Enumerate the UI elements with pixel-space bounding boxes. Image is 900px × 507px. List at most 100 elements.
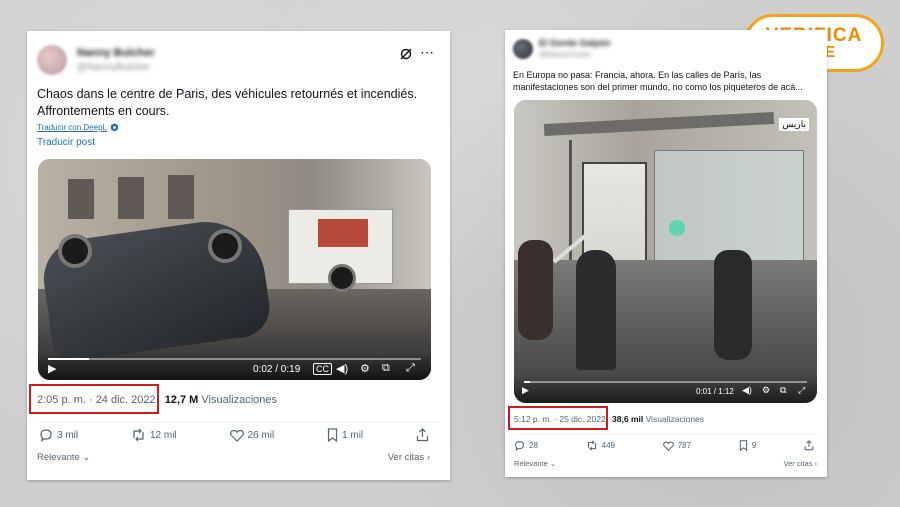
- video-player[interactable]: ▶ 0:02 / 0:19 CC ◀) ⚙ ⧉ ⤢: [38, 159, 431, 380]
- deepl-icon: [110, 123, 119, 132]
- divider: [37, 422, 440, 423]
- captions-icon[interactable]: CC: [313, 363, 332, 375]
- author-handle[interactable]: @NannyBulcher: [77, 62, 155, 73]
- progress-fill: [48, 358, 90, 360]
- rioter: [576, 250, 616, 370]
- views-count: 12,7 M: [164, 394, 199, 406]
- like-button[interactable]: 26 mil: [229, 429, 275, 442]
- repost-button[interactable]: 12 mil: [131, 428, 177, 442]
- action-bar: 28 449 787 9: [514, 440, 814, 451]
- sort-dropdown[interactable]: Relevante ⌄: [514, 459, 556, 468]
- progress-fill: [524, 381, 530, 383]
- like-count: 787: [677, 441, 692, 450]
- highlight-box: [29, 384, 159, 414]
- play-icon[interactable]: ▶: [522, 385, 529, 396]
- repost-count: 12 mil: [149, 429, 177, 441]
- video-controls: ▶ 0:02 / 0:19 CC ◀) ⚙ ⧉ ⤢: [38, 352, 431, 380]
- avatar[interactable]: [513, 38, 533, 59]
- divider: [513, 434, 819, 435]
- translate-post-link[interactable]: Traducir post: [37, 137, 95, 148]
- progress-bar[interactable]: [48, 358, 421, 360]
- bystander: [518, 240, 553, 340]
- highlight-box: [508, 406, 608, 430]
- repost-button[interactable]: 449: [586, 440, 615, 451]
- views-label: Visualizaciones: [645, 414, 705, 424]
- volume-icon[interactable]: ◀): [336, 362, 348, 375]
- video-controls: ▶ 0:01 / 1:12 ◀) ⚙ ⧉ ⤢: [514, 375, 817, 403]
- car-wheel: [208, 229, 242, 263]
- video-time: 0:01 / 1:12: [696, 387, 734, 396]
- heart-icon: [229, 429, 244, 442]
- tweet-text-line2: manifestaciones son del primer mundo, no…: [513, 82, 803, 93]
- deepl-label: Traducir con DeepL: [37, 123, 107, 132]
- author-name[interactable]: El Gordo Galpón: [539, 38, 611, 48]
- tweet-text-line2: Affrontements en cours.: [37, 103, 170, 118]
- like-button[interactable]: 787: [662, 441, 692, 451]
- tweet-text: Chaos dans le centre de Paris, des véhic…: [37, 86, 437, 120]
- van-wheel: [328, 264, 356, 292]
- tweet-text: En Europa no pasa: Francia, ahora. En la…: [513, 69, 823, 93]
- tweet-card-left: Nanny Bulcher @NannyBulcher ⋯ Chaos dans…: [27, 31, 450, 480]
- reply-button[interactable]: 28: [514, 440, 538, 451]
- sort-label: Relevante: [514, 459, 548, 468]
- settings-icon[interactable]: ⚙: [762, 385, 770, 396]
- more-options-icon[interactable]: ⋯: [420, 44, 434, 61]
- repost-icon: [133, 428, 144, 442]
- tweet-card-right: El Gordo Galpón @NavarGordo En Europa no…: [505, 30, 827, 477]
- reply-icon: [515, 441, 524, 451]
- video-player[interactable]: باريس ▶ 0:01 / 1:12 ◀) ⚙ ⧉ ⤢: [514, 100, 817, 403]
- views-count: 38,6 mil: [612, 414, 644, 424]
- share-icon: [416, 428, 429, 442]
- reply-button[interactable]: 3 mil: [39, 428, 78, 442]
- chevron-right-icon: ›: [424, 452, 430, 463]
- repost-count: 449: [601, 441, 615, 450]
- chevron-right-icon: ›: [812, 459, 817, 468]
- heart-icon: [662, 441, 674, 451]
- deepl-translate-link[interactable]: Traducir con DeepL: [37, 123, 119, 132]
- fullscreen-icon[interactable]: ⤢: [406, 362, 415, 375]
- sort-dropdown[interactable]: Relevante ⌄: [37, 452, 90, 463]
- bookmark-icon: [739, 440, 747, 451]
- avatar[interactable]: [37, 45, 67, 75]
- video-location-tag: باريس: [779, 118, 809, 131]
- view-quotes-link[interactable]: Ver citas ›: [388, 452, 430, 463]
- repost-icon: [587, 440, 596, 451]
- settings-icon[interactable]: ⚙: [360, 362, 370, 375]
- reply-icon: [40, 429, 52, 442]
- pip-icon[interactable]: ⧉: [780, 385, 786, 396]
- like-count: 26 mil: [247, 429, 275, 441]
- grok-icon[interactable]: [399, 47, 413, 66]
- bookmark-button[interactable]: 9: [739, 440, 756, 451]
- author-name[interactable]: Nanny Bulcher: [77, 47, 155, 59]
- progress-bar[interactable]: [524, 381, 807, 383]
- fullscreen-icon[interactable]: ⤢: [798, 385, 805, 396]
- bookmark-count: 9: [751, 441, 757, 450]
- views-label: Visualizaciones: [201, 394, 278, 406]
- share-button[interactable]: [804, 440, 814, 451]
- window: [118, 177, 144, 219]
- tweet-text-line1: En Europa no pasa: Francia, ahora. En la…: [513, 70, 762, 80]
- chevron-down-icon: ⌄: [79, 452, 91, 463]
- van-logo: [318, 219, 368, 247]
- play-icon[interactable]: ▶: [48, 362, 56, 375]
- chevron-down-icon: ⌄: [547, 459, 557, 468]
- tweet-text-line1: Chaos dans le centre de Paris, des véhic…: [37, 87, 418, 101]
- sort-label: Relevante: [37, 452, 80, 463]
- car-wheel: [58, 234, 92, 268]
- volume-icon[interactable]: ◀): [742, 385, 752, 396]
- action-bar: 3 mil 12 mil 26 mil 1 mil: [39, 428, 429, 442]
- share-icon: [804, 440, 814, 451]
- bookmark-button[interactable]: 1 mil: [327, 428, 363, 442]
- rioter: [714, 250, 752, 360]
- bookmark-count: 1 mil: [342, 429, 364, 441]
- author-handle[interactable]: @NavarGordo: [539, 50, 611, 59]
- window: [168, 175, 194, 219]
- pip-icon[interactable]: ⧉: [382, 362, 390, 375]
- tweet-header: El Gordo Galpón @NavarGordo: [513, 38, 611, 59]
- reply-count: 28: [529, 441, 538, 450]
- share-button[interactable]: [416, 428, 429, 442]
- view-quotes-link[interactable]: Ver citas ›: [784, 459, 817, 468]
- reply-count: 3 mil: [57, 429, 79, 441]
- bookmark-icon: [327, 428, 338, 442]
- tweet-header: Nanny Bulcher @NannyBulcher: [37, 45, 155, 75]
